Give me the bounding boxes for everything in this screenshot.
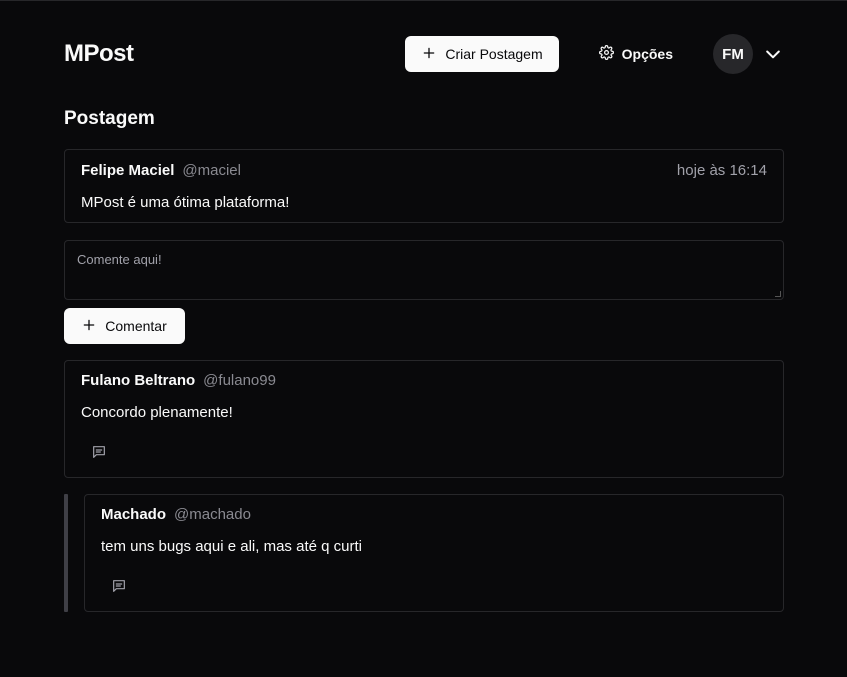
comment-input[interactable]: Comente aqui! bbox=[64, 240, 784, 300]
post-card: Felipe Maciel @maciel hoje às 16:14 MPos… bbox=[64, 149, 784, 223]
gear-icon bbox=[598, 45, 614, 63]
comment-text: tem uns bugs aqui e ali, mas até q curti bbox=[101, 538, 362, 555]
create-post-button[interactable]: Criar Postagem bbox=[405, 36, 559, 72]
post-text: MPost é uma ótima plataforma! bbox=[81, 194, 290, 211]
options-button[interactable]: Opções bbox=[598, 45, 673, 63]
comment-card: Fulano Beltrano @fulano99 Concordo plena… bbox=[64, 360, 784, 478]
comment-author[interactable]: Fulano Beltrano bbox=[81, 372, 195, 389]
comment-handle: @machado bbox=[174, 506, 251, 523]
post-author[interactable]: Felipe Maciel bbox=[81, 162, 174, 179]
message-square-icon[interactable] bbox=[91, 444, 107, 460]
chevron-down-icon[interactable] bbox=[763, 44, 783, 64]
post-handle: @maciel bbox=[182, 162, 241, 179]
comment-author[interactable]: Machado bbox=[101, 506, 166, 523]
comment-button[interactable]: Comentar bbox=[64, 308, 185, 344]
post-timestamp: hoje às 16:14 bbox=[676, 162, 767, 179]
reply-card: Machado @machado tem uns bugs aqui e ali… bbox=[84, 494, 784, 612]
message-square-icon[interactable] bbox=[111, 578, 127, 594]
page-title: Postagem bbox=[64, 108, 155, 129]
options-label: Opções bbox=[621, 46, 673, 62]
avatar[interactable]: FM bbox=[713, 34, 753, 74]
comment-placeholder: Comente aqui! bbox=[77, 252, 162, 267]
comment-button-label: Comentar bbox=[105, 318, 167, 334]
plus-icon bbox=[422, 46, 436, 63]
top-bar: MPost Criar Postagem Opções FM bbox=[64, 34, 783, 74]
plus-icon bbox=[82, 318, 96, 335]
create-post-label: Criar Postagem bbox=[445, 46, 543, 62]
brand-logo[interactable]: MPost bbox=[64, 40, 134, 68]
resize-handle[interactable] bbox=[775, 291, 781, 297]
comment-text: Concordo plenamente! bbox=[81, 404, 233, 421]
comment-handle: @fulano99 bbox=[203, 372, 276, 389]
comment-header: Fulano Beltrano @fulano99 bbox=[81, 372, 767, 389]
thread-line bbox=[64, 494, 68, 612]
comment-header: Machado @machado bbox=[101, 506, 767, 523]
header-actions: Criar Postagem Opções FM bbox=[405, 34, 783, 74]
post-header: Felipe Maciel @maciel hoje às 16:14 bbox=[81, 162, 767, 179]
